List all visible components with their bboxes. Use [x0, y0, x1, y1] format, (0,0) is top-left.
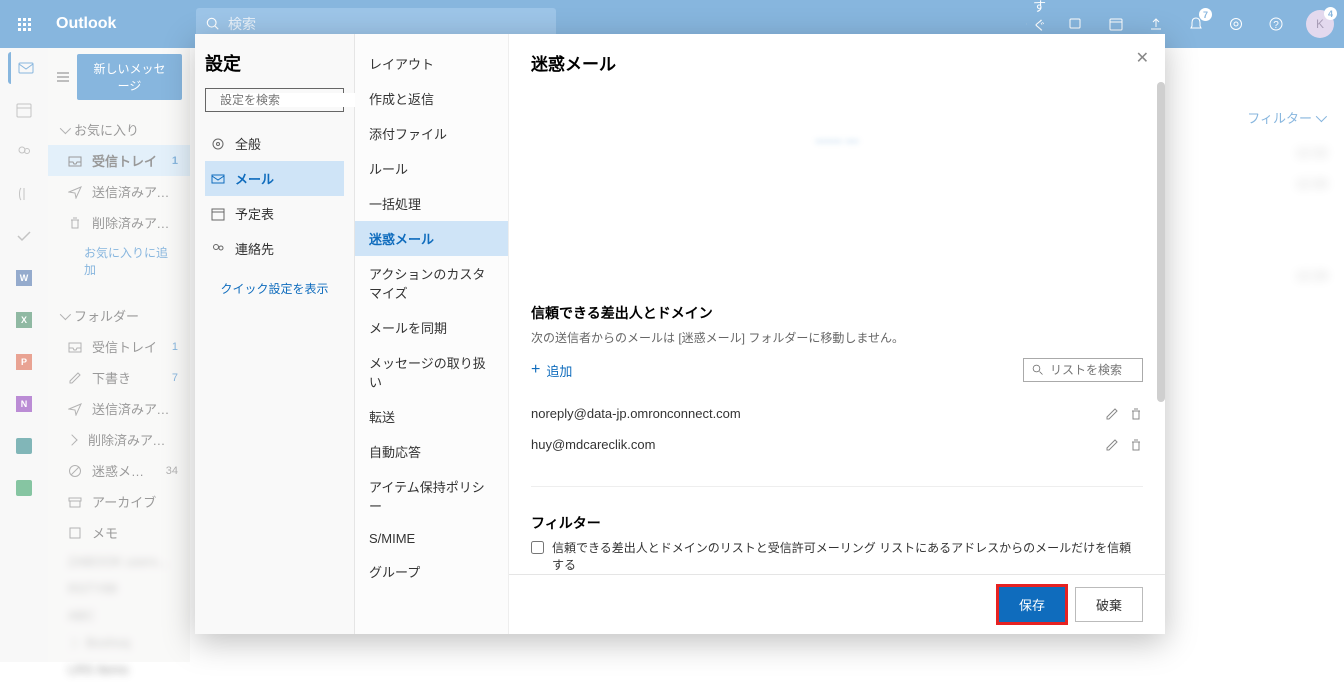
settings-title: 設定	[205, 50, 344, 76]
settings-categories: 設定 全般 メール 予定表 連絡先 クイック設定を表示	[195, 34, 355, 634]
sub-smime[interactable]: S/MIME	[355, 523, 508, 554]
category-people[interactable]: 連絡先	[205, 231, 344, 266]
gear-icon	[211, 137, 225, 151]
sub-handling[interactable]: メッセージの取り扱い	[355, 345, 508, 399]
sub-retention[interactable]: アイテム保持ポリシー	[355, 469, 508, 523]
sub-rules[interactable]: ルール	[355, 151, 508, 186]
delete-icon[interactable]	[1129, 438, 1143, 452]
settings-search[interactable]	[205, 88, 344, 112]
calendar-icon	[211, 207, 225, 221]
panel-title: 迷惑メール	[509, 34, 1165, 83]
hidden-top-link[interactable]: ........ ....	[531, 83, 1143, 157]
search-icon	[1032, 364, 1044, 376]
category-general[interactable]: 全般	[205, 126, 344, 161]
sender-email: huy@mdcareclik.com	[531, 437, 655, 452]
sub-forwarding[interactable]: 転送	[355, 399, 508, 434]
add-sender-button[interactable]: +追加	[531, 361, 572, 380]
sub-junk[interactable]: 迷惑メール	[355, 221, 508, 256]
category-calendar[interactable]: 予定表	[205, 196, 344, 231]
sub-sweep[interactable]: 一括処理	[355, 186, 508, 221]
safe-senders-title: 信頼できる差出人とドメイン	[531, 303, 1143, 323]
delete-icon[interactable]	[1129, 407, 1143, 421]
sender-email: noreply@data-jp.omronconnect.com	[531, 406, 741, 421]
filter-option-1[interactable]: 信頼できる差出人とドメインのリストと受信許可メーリング リストにあるアドレスから…	[531, 539, 1143, 573]
scrollbar[interactable]	[1157, 82, 1165, 402]
quick-settings-link[interactable]: クイック設定を表示	[205, 280, 344, 297]
save-button[interactable]: 保存	[999, 587, 1065, 622]
sub-autoreply[interactable]: 自動応答	[355, 434, 508, 469]
sub-attachments[interactable]: 添付ファイル	[355, 116, 508, 151]
sub-sync[interactable]: メールを同期	[355, 310, 508, 345]
sender-row: noreply@data-jp.omronconnect.com	[531, 398, 1143, 429]
sub-groups[interactable]: グループ	[355, 554, 508, 589]
category-mail[interactable]: メール	[205, 161, 344, 196]
safe-senders-desc: 次の送信者からのメールは [迷惑メール] フォルダーに移動しません。	[531, 329, 1143, 346]
mail-icon	[211, 172, 225, 186]
close-button[interactable]: ✕	[1136, 48, 1149, 68]
filter-checkbox-1[interactable]	[531, 541, 544, 554]
safe-senders-search[interactable]	[1023, 358, 1143, 382]
edit-icon[interactable]	[1105, 407, 1119, 421]
edit-icon[interactable]	[1105, 438, 1119, 452]
sub-layout[interactable]: レイアウト	[355, 46, 508, 81]
discard-button[interactable]: 破棄	[1075, 587, 1143, 622]
settings-search-input[interactable]	[220, 93, 375, 107]
people-icon	[211, 242, 225, 256]
settings-modal: 設定 全般 メール 予定表 連絡先 クイック設定を表示 レイアウト 作成と返信 …	[195, 34, 1165, 634]
safe-senders-search-input[interactable]	[1050, 363, 1134, 377]
filters-title: フィルター	[531, 513, 1143, 533]
settings-panel: ✕ 迷惑メール ........ .... 信頼できる差出人とドメイン 次の送信…	[509, 34, 1165, 634]
sub-custom-actions[interactable]: アクションのカスタマイズ	[355, 256, 508, 310]
sub-compose[interactable]: 作成と返信	[355, 81, 508, 116]
sender-row: huy@mdcareclik.com	[531, 429, 1143, 460]
settings-subcategories: レイアウト 作成と返信 添付ファイル ルール 一括処理 迷惑メール アクションの…	[355, 34, 509, 634]
